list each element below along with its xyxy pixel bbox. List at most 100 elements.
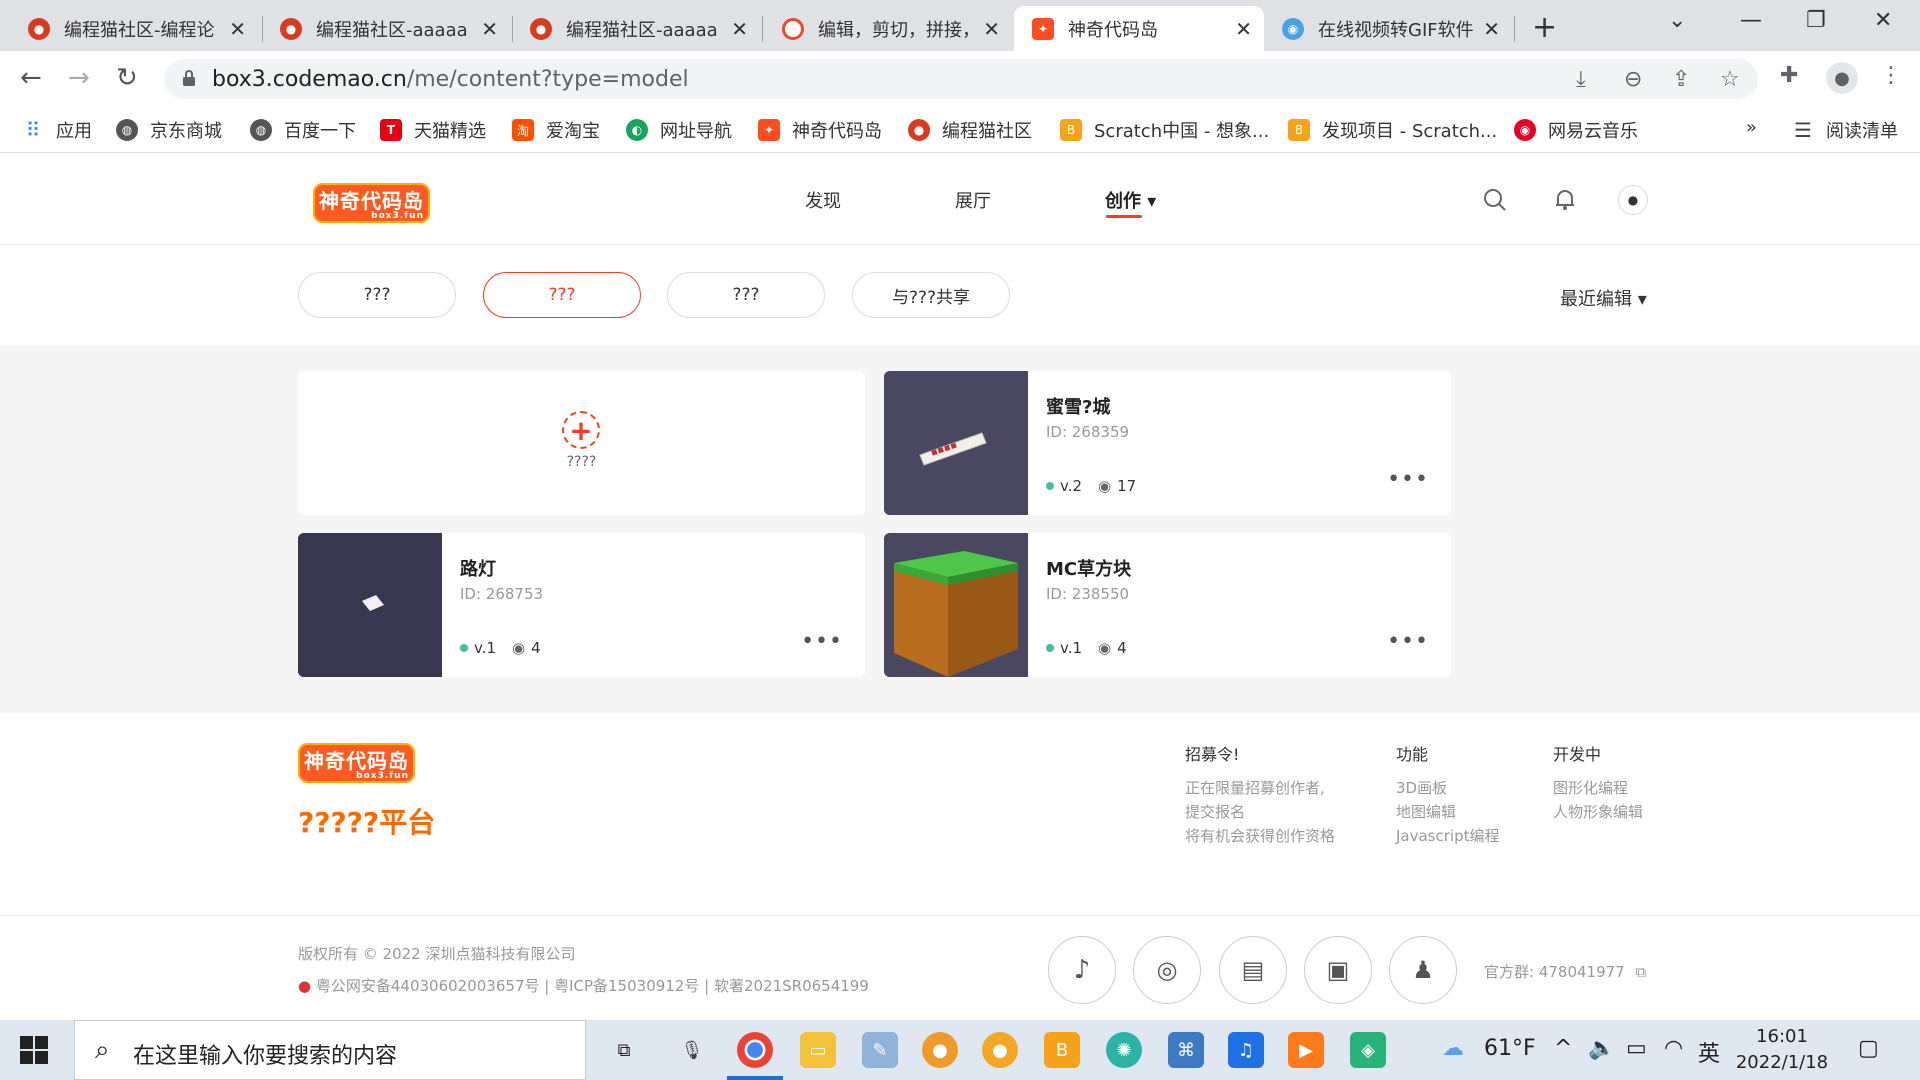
close-icon[interactable]: ✕ <box>983 17 1000 41</box>
filter-pill-active[interactable]: ??? <box>483 272 641 318</box>
weather-text[interactable]: 61°F <box>1484 1036 1536 1061</box>
task-view-icon[interactable]: ⧉ <box>606 1032 642 1068</box>
profile-avatar-icon[interactable]: ● <box>1826 62 1858 94</box>
bell-icon[interactable] <box>1552 187 1578 213</box>
site-logo[interactable]: 神奇代码岛 box3.fun <box>313 183 430 223</box>
model-thumbnail[interactable] <box>884 533 1028 677</box>
bilibili-button[interactable]: ▣ <box>1304 936 1372 1004</box>
chrome-icon[interactable] <box>737 1032 773 1068</box>
footer-link[interactable]: 3D画板 <box>1396 777 1447 798</box>
omnibox[interactable]: box3.codemao.cn/me/content?type=model ⤓ … <box>164 59 1758 99</box>
filter-pill[interactable]: ??? <box>298 272 456 318</box>
menu-kebab-icon[interactable]: ⋮ <box>1880 63 1902 88</box>
search-icon[interactable] <box>1482 187 1508 213</box>
swirl-app-icon[interactable]: ✺ <box>1106 1032 1142 1068</box>
close-icon[interactable]: ✕ <box>1483 17 1500 41</box>
browser-tab-active[interactable]: ✦ 神奇代码岛 ✕ <box>1014 6 1264 51</box>
ime-indicator[interactable]: 英 <box>1698 1036 1720 1068</box>
footer-link[interactable]: 地图编辑 <box>1396 801 1456 822</box>
close-icon[interactable]: ✕ <box>481 17 498 41</box>
bookmark-item[interactable]: B 发现项目 - Scratch... <box>1288 117 1497 143</box>
volume-icon[interactable]: 🔈 <box>1588 1036 1615 1061</box>
window-close-icon[interactable]: ✕ <box>1874 8 1892 33</box>
share-icon[interactable]: ⇪ <box>1672 67 1690 92</box>
taskbar-search-input[interactable]: ⌕ 在这里输入你要搜索的内容 <box>74 1020 586 1080</box>
user-avatar[interactable]: ● <box>1618 185 1648 215</box>
bookmark-item[interactable]: B Scratch中国 - 想象... <box>1060 117 1269 143</box>
close-icon[interactable]: ✕ <box>229 17 246 41</box>
more-options-icon[interactable]: ••• <box>1387 467 1429 492</box>
extensions-icon[interactable]: ✚ <box>1780 63 1798 88</box>
filter-pill[interactable]: ??? <box>667 272 825 318</box>
audio-app-icon[interactable]: ♫ <box>1228 1032 1264 1068</box>
browser-tab[interactable]: ● 编程猫社区-编程论 ✕ <box>10 6 258 51</box>
model-card[interactable]: MC草方块 ID: 238550 v.1 ◉ 4 ••• <box>884 533 1451 677</box>
scratch-app-icon[interactable]: ● <box>982 1032 1018 1068</box>
bookmark-star-icon[interactable]: ☆ <box>1720 67 1740 92</box>
file-explorer-icon[interactable]: ▭ <box>800 1032 836 1068</box>
footer-link[interactable]: 将有机会获得创作资格 <box>1185 825 1335 846</box>
browser-tab[interactable]: 编辑，剪切，拼接， ✕ <box>764 6 1012 51</box>
bookmark-item[interactable]: ◍ 百度一下 <box>250 117 356 143</box>
footer-link[interactable]: 提交报名 <box>1185 801 1245 822</box>
qq-group-text[interactable]: 官方群: 478041977 ⧉ <box>1484 961 1646 982</box>
browser-tab[interactable]: ● 编程猫社区-aaaaa ✕ <box>262 6 510 51</box>
reading-list-button[interactable]: ☰ 阅读清单 <box>1792 117 1898 143</box>
new-model-card[interactable]: + ???? <box>298 371 865 515</box>
bookmark-item[interactable]: ◐ 网址导航 <box>626 117 732 143</box>
system-clock[interactable]: 16:01 2022/1/18 <box>1724 1024 1840 1076</box>
nav-gallery[interactable]: 展厅 <box>955 187 991 213</box>
footer-link[interactable]: 正在限量招募创作者, <box>1185 777 1325 798</box>
bookmark-item[interactable]: ● 编程猫社区 <box>908 117 1032 143</box>
codemao-app-icon[interactable]: B <box>1044 1032 1080 1068</box>
bookmark-item[interactable]: ◍ 京东商城 <box>116 117 222 143</box>
install-app-icon[interactable]: ⤓ <box>1576 67 1586 92</box>
forum-button[interactable]: ▤ <box>1219 936 1287 1004</box>
bookmark-item[interactable]: T 天猫精选 <box>380 117 486 143</box>
new-tab-button[interactable]: + <box>1532 10 1557 45</box>
bookmark-item[interactable]: 淘 爱淘宝 <box>512 117 600 143</box>
bookmarks-overflow-button[interactable]: » <box>1746 117 1757 138</box>
close-icon[interactable]: ✕ <box>731 17 748 41</box>
douyin-button[interactable]: ♪ <box>1048 936 1116 1004</box>
browser-tab[interactable]: ● 编程猫社区-aaaaa ✕ <box>512 6 760 51</box>
weather-icon[interactable]: ☁ <box>1442 1036 1464 1061</box>
video-player-icon[interactable]: ▶ <box>1288 1032 1324 1068</box>
footer-link[interactable]: Javascript编程 <box>1396 825 1499 846</box>
model-card[interactable]: 路灯 ID: 268753 v.1 ◉ 4 ••• <box>298 533 865 677</box>
more-options-icon[interactable]: ••• <box>1387 629 1429 654</box>
bookmark-item[interactable]: ◉ 网易云音乐 <box>1514 117 1638 143</box>
footer-link[interactable]: 图形化编程 <box>1553 777 1628 798</box>
nav-discover[interactable]: 发现 <box>805 187 841 213</box>
reload-icon[interactable]: ↻ <box>116 63 138 93</box>
browser-tab[interactable]: ◉ 在线视频转GIF软件 ✕ <box>1264 6 1512 51</box>
restore-icon[interactable]: ❐ <box>1806 8 1826 33</box>
microphone-icon[interactable]: 🎙 <box>674 1032 710 1068</box>
tray-overflow-icon[interactable]: ^ <box>1554 1036 1572 1061</box>
map-app-icon[interactable]: ◈ <box>1350 1032 1386 1068</box>
footer-link[interactable]: 人物形象编辑 <box>1553 801 1643 822</box>
sort-dropdown[interactable]: 最近编辑 ▾ <box>1560 285 1647 311</box>
python-icon[interactable]: ⌘ <box>1168 1032 1204 1068</box>
paint-icon[interactable]: ✎ <box>862 1032 898 1068</box>
bookmark-item[interactable]: ✦ 神奇代码岛 <box>758 117 882 143</box>
qq-button[interactable]: ♟ <box>1389 936 1457 1004</box>
model-thumbnail[interactable] <box>298 533 442 677</box>
copy-icon[interactable]: ⧉ <box>1636 963 1647 981</box>
minimize-icon[interactable]: — <box>1740 8 1762 33</box>
forward-icon[interactable]: → <box>68 63 90 93</box>
add-icon[interactable]: + <box>562 411 600 449</box>
wifi-icon[interactable]: ◠ <box>1664 1036 1683 1061</box>
wechat-button[interactable]: ◎ <box>1133 936 1201 1004</box>
more-options-icon[interactable]: ••• <box>801 629 843 654</box>
model-thumbnail[interactable]: ▪▪▪▪ <box>884 371 1028 515</box>
scratch-cat-icon[interactable]: ● <box>922 1032 958 1068</box>
windows-start-icon[interactable] <box>20 1036 48 1064</box>
tab-search-icon[interactable]: ⌄ <box>1668 8 1686 33</box>
zoom-icon[interactable]: ⊖ <box>1624 67 1642 92</box>
back-icon[interactable]: ← <box>20 63 42 93</box>
battery-icon[interactable]: ▭ <box>1626 1036 1647 1061</box>
bookmark-apps[interactable]: ⠿ 应用 <box>22 117 92 143</box>
model-card[interactable]: ▪▪▪▪ 蜜雪?城 ID: 268359 v.2 ◉ 17 ••• <box>884 371 1451 515</box>
notification-icon[interactable]: ▢ <box>1858 1036 1879 1061</box>
